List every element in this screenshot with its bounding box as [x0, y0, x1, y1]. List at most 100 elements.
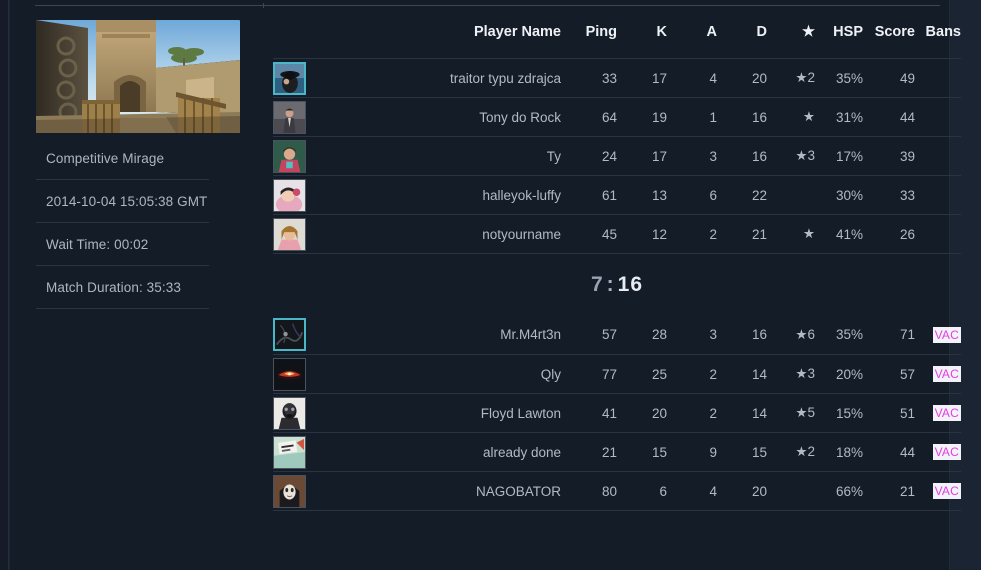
- player-name[interactable]: already done: [313, 432, 561, 472]
- player-assists: 2: [667, 393, 717, 433]
- status-badge-vac[interactable]: VAC: [932, 326, 961, 343]
- match-score-cell: 7:16: [273, 254, 961, 316]
- map-thumbnail[interactable]: [36, 20, 240, 133]
- player-deaths: 20: [717, 471, 767, 511]
- status-badge-vac[interactable]: VAC: [932, 405, 961, 421]
- header-bans[interactable]: Bans: [915, 0, 961, 58]
- status-badge-vac[interactable]: VAC: [932, 366, 961, 382]
- table-row[interactable]: notyourname 45 12 2 21 ★ 41% 26: [273, 214, 961, 254]
- avatar-notyourname-icon: [274, 218, 305, 250]
- row-avatar-cell: [273, 432, 313, 472]
- status-badge-vac[interactable]: VAC: [932, 483, 961, 499]
- player-assists: 2: [667, 214, 717, 254]
- player-deaths: 15: [717, 432, 767, 472]
- scoreboard-page: Competitive Mirage 2014-10-04 15:05:38 G…: [0, 0, 981, 570]
- header-score[interactable]: Score: [863, 0, 915, 58]
- avatar[interactable]: [273, 217, 306, 251]
- player-hsp: 20%: [815, 354, 863, 394]
- table-row[interactable]: NAGOBATOR 80 6 4 20 66% 21 VAC: [273, 471, 961, 511]
- content-panel: Competitive Mirage 2014-10-04 15:05:38 G…: [10, 0, 961, 570]
- player-bans: [915, 175, 961, 215]
- table-row[interactable]: Tony do Rock 64 19 1 16 ★ 31% 44: [273, 97, 961, 137]
- avatar[interactable]: [273, 61, 306, 95]
- player-deaths: 14: [717, 354, 767, 394]
- avatar[interactable]: [273, 396, 306, 430]
- player-name[interactable]: Floyd Lawton: [313, 393, 561, 433]
- avatar[interactable]: [273, 435, 306, 469]
- table-header-row: Player Name Ping K A D ★ HSP Score Bans: [273, 0, 961, 58]
- avatar[interactable]: [273, 100, 306, 134]
- player-kills: 17: [617, 136, 667, 176]
- header-avatar: [273, 0, 313, 58]
- header-ping[interactable]: Ping: [561, 0, 617, 58]
- status-badge-vac[interactable]: VAC: [932, 444, 961, 460]
- player-name[interactable]: Ty: [313, 136, 561, 176]
- player-name[interactable]: notyourname: [313, 214, 561, 254]
- avatar[interactable]: [273, 139, 306, 173]
- player-name[interactable]: halleyok-luffy: [313, 175, 561, 215]
- player-name[interactable]: NAGOBATOR: [313, 471, 561, 511]
- header-mvp-star-icon[interactable]: ★: [767, 0, 815, 58]
- player-bans-cell: VAC: [915, 315, 961, 355]
- player-bans-cell: VAC: [915, 432, 961, 472]
- header-assists[interactable]: A: [667, 0, 717, 58]
- row-avatar-cell: [273, 315, 313, 355]
- player-kills: 12: [617, 214, 667, 254]
- player-kills: 20: [617, 393, 667, 433]
- player-kills: 15: [617, 432, 667, 472]
- player-name[interactable]: Tony do Rock: [313, 97, 561, 137]
- player-score: 51: [863, 393, 915, 433]
- avatar[interactable]: [273, 357, 306, 391]
- player-ping: 24: [561, 136, 617, 176]
- player-deaths: 16: [717, 315, 767, 355]
- player-deaths: 21: [717, 214, 767, 254]
- match-meta-list: Competitive Mirage 2014-10-04 15:05:38 G…: [36, 151, 209, 309]
- avatar-halleyok-luffy-icon: [274, 179, 305, 211]
- avatar[interactable]: [273, 178, 306, 212]
- player-assists: 4: [667, 471, 717, 511]
- player-score: 39: [863, 136, 915, 176]
- table-row[interactable]: Floyd Lawton 41 20 2 14 ★5 15% 51 VAC: [273, 393, 961, 433]
- avatar-qly-icon: [274, 358, 305, 390]
- player-hsp: 17%: [815, 136, 863, 176]
- header-kills[interactable]: K: [617, 0, 667, 58]
- header-player-name[interactable]: Player Name: [313, 0, 561, 58]
- player-score: 33: [863, 175, 915, 215]
- avatar-ty-icon: [274, 140, 305, 172]
- table-row[interactable]: traitor typu zdrajca 33 17 4 20 ★2 35% 4…: [273, 58, 961, 98]
- player-name[interactable]: traitor typu zdrajca: [313, 58, 561, 98]
- player-score: 44: [863, 97, 915, 137]
- player-kills: 28: [617, 315, 667, 355]
- header-hsp[interactable]: HSP: [815, 0, 863, 58]
- player-mvp-stars: ★3: [767, 136, 815, 176]
- player-mvp-stars: ★: [767, 214, 815, 254]
- player-bans-cell: VAC: [915, 471, 961, 511]
- player-name[interactable]: Qly: [313, 354, 561, 394]
- player-ping: 41: [561, 393, 617, 433]
- team-b-rows: Mr.M4rt3n 57 28 3 16 ★6 35% 71 VAC Qly 7…: [273, 315, 961, 511]
- avatar-nagobator-icon: [274, 475, 305, 507]
- map-mirage-icon: [36, 20, 240, 133]
- table-row[interactable]: Ty 24 17 3 16 ★3 17% 39: [273, 136, 961, 176]
- avatar[interactable]: [273, 474, 306, 508]
- player-kills: 19: [617, 97, 667, 137]
- avatar[interactable]: [273, 318, 306, 352]
- player-mvp-stars: [767, 471, 815, 511]
- player-assists: 3: [667, 315, 717, 355]
- player-kills: 13: [617, 175, 667, 215]
- table-row[interactable]: Qly 77 25 2 14 ★3 20% 57 VAC: [273, 354, 961, 394]
- table-row[interactable]: already done 21 15 9 15 ★2 18% 44 VAC: [273, 432, 961, 472]
- table-row[interactable]: halleyok-luffy 61 13 6 22 30% 33: [273, 175, 961, 215]
- meta-timestamp: 2014-10-04 15:05:38 GMT: [36, 194, 209, 223]
- header-deaths[interactable]: D: [717, 0, 767, 58]
- player-mvp-stars: [767, 175, 815, 215]
- row-avatar-cell: [273, 354, 313, 394]
- player-hsp: 35%: [815, 58, 863, 98]
- player-name[interactable]: Mr.M4rt3n: [313, 315, 561, 355]
- table-row[interactable]: Mr.M4rt3n 57 28 3 16 ★6 35% 71 VAC: [273, 315, 961, 355]
- player-mvp-stars: ★: [767, 97, 815, 137]
- player-deaths: 16: [717, 136, 767, 176]
- player-ping: 21: [561, 432, 617, 472]
- player-mvp-stars: ★6: [767, 315, 815, 355]
- player-mvp-stars: ★5: [767, 393, 815, 433]
